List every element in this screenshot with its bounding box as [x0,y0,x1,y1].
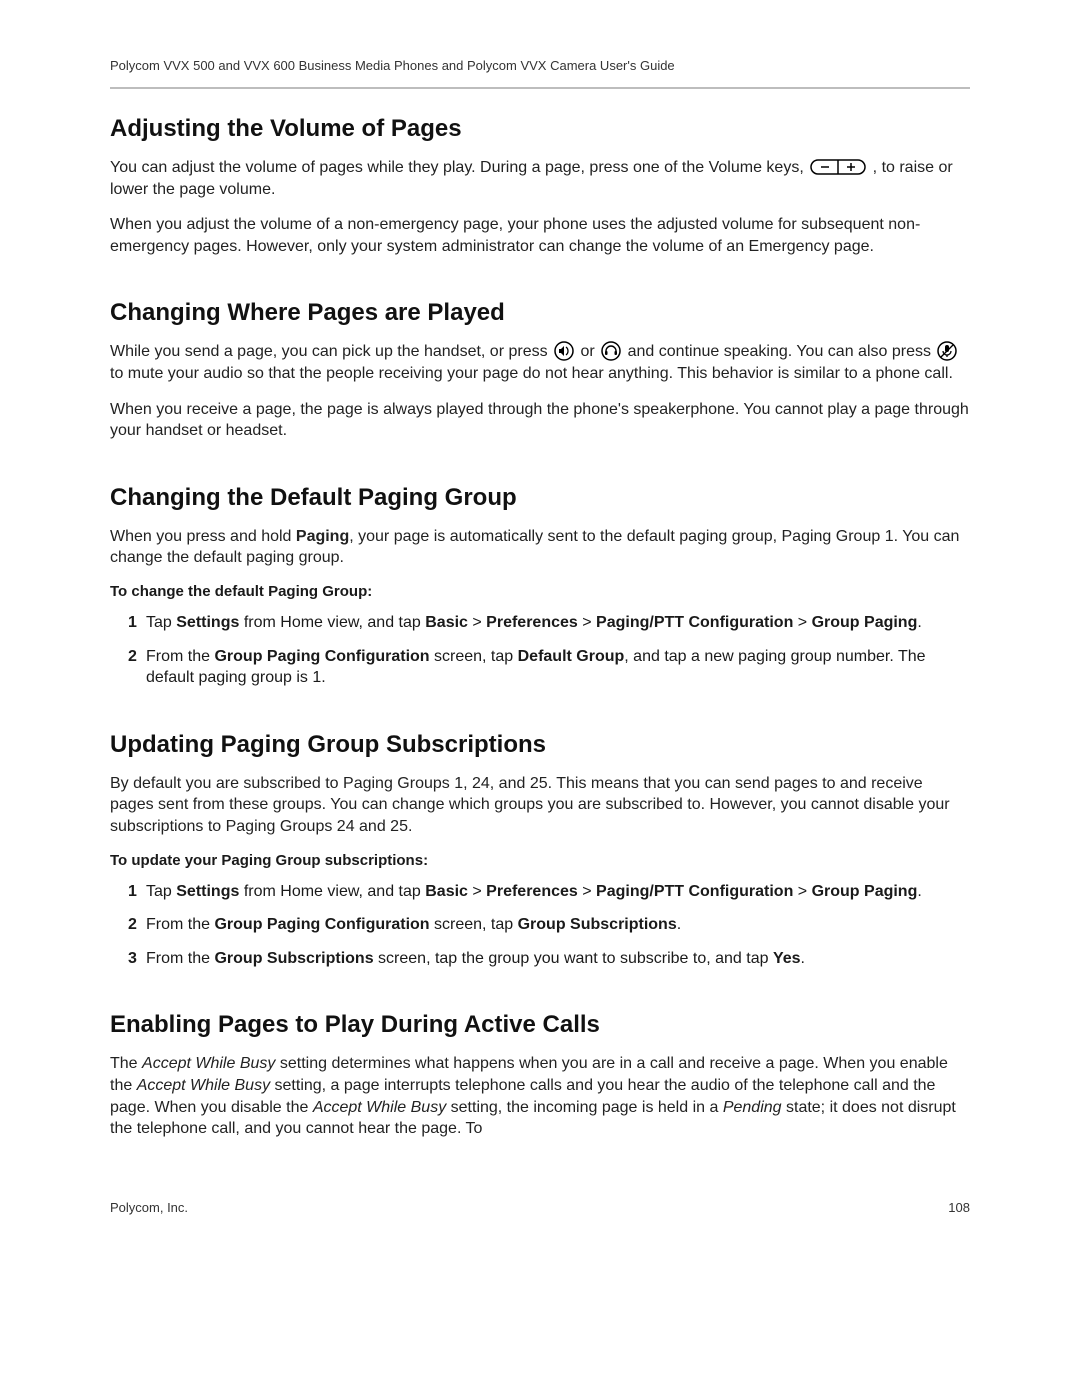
heading-enable-during-calls: Enabling Pages to Play During Active Cal… [110,1011,970,1039]
steps-update-sub: Tap Settings from Home view, and tap Bas… [128,881,970,970]
para: When you receive a page, the page is alw… [110,399,970,442]
step: Tap Settings from Home view, and tap Bas… [128,612,970,634]
mute-icon [937,340,957,362]
subheading: To change the default Paging Group: [110,583,970,600]
running-header: Polycom VVX 500 and VVX 600 Business Med… [110,58,970,73]
heading-update-subscriptions: Updating Paging Group Subscriptions [110,731,970,759]
header-rule [110,87,970,89]
heading-changing-where: Changing Where Pages are Played [110,299,970,327]
heading-default-group: Changing the Default Paging Group [110,484,970,512]
para: When you press and hold Paging, your pag… [110,526,970,569]
para: When you adjust the volume of a non-emer… [110,214,970,257]
page-number: 108 [948,1200,970,1215]
step: Tap Settings from Home view, and tap Bas… [128,881,970,903]
speaker-icon [554,340,574,362]
para: While you send a page, you can pick up t… [110,341,970,384]
step: From the Group Subscriptions screen, tap… [128,948,970,970]
para: By default you are subscribed to Paging … [110,773,970,838]
para: You can adjust the volume of pages while… [110,157,970,200]
headset-icon [601,340,621,362]
volume-key-icon [810,156,866,178]
steps-change-default: Tap Settings from Home view, and tap Bas… [128,612,970,689]
step: From the Group Paging Configuration scre… [128,914,970,936]
para: The Accept While Busy setting determines… [110,1053,970,1139]
step: From the Group Paging Configuration scre… [128,646,970,689]
footer-company: Polycom, Inc. [110,1200,188,1215]
subheading: To update your Paging Group subscription… [110,852,970,869]
heading-adjusting-volume: Adjusting the Volume of Pages [110,115,970,143]
